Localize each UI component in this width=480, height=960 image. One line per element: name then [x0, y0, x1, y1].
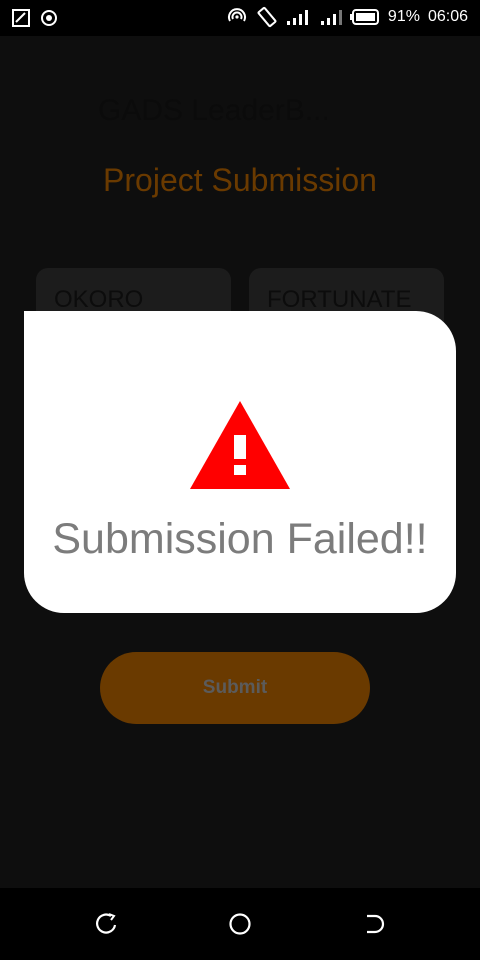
- warning-icon: [188, 399, 292, 495]
- screenshot-notification-icon: [12, 9, 30, 27]
- submit-button[interactable]: Submit: [100, 652, 370, 724]
- signal-2-icon: [320, 8, 342, 26]
- rotate-icon: [256, 6, 278, 28]
- signal-icon: [286, 8, 312, 26]
- back-icon[interactable]: [361, 912, 385, 936]
- hotspot-icon: [226, 7, 248, 27]
- screen-title: Project Submission: [103, 162, 377, 198]
- clock: 06:06: [427, 8, 468, 25]
- battery-percent: 91%: [387, 8, 420, 25]
- battery-icon: [349, 9, 380, 25]
- first-name-value: OKORO: [54, 286, 144, 313]
- sync-notification-icon: [40, 9, 58, 27]
- dialog-message: Submission Failed!!: [52, 515, 428, 563]
- app-title: GADS LeaderB...: [98, 94, 330, 127]
- last-name-value: FORTUNATE: [267, 286, 412, 313]
- submission-failed-dialog[interactable]: Submission Failed!!: [24, 311, 456, 613]
- navigation-bar: [0, 888, 480, 960]
- home-icon[interactable]: [228, 912, 252, 936]
- recents-icon[interactable]: [95, 912, 119, 936]
- status-bar: 91% 06:06: [0, 0, 480, 36]
